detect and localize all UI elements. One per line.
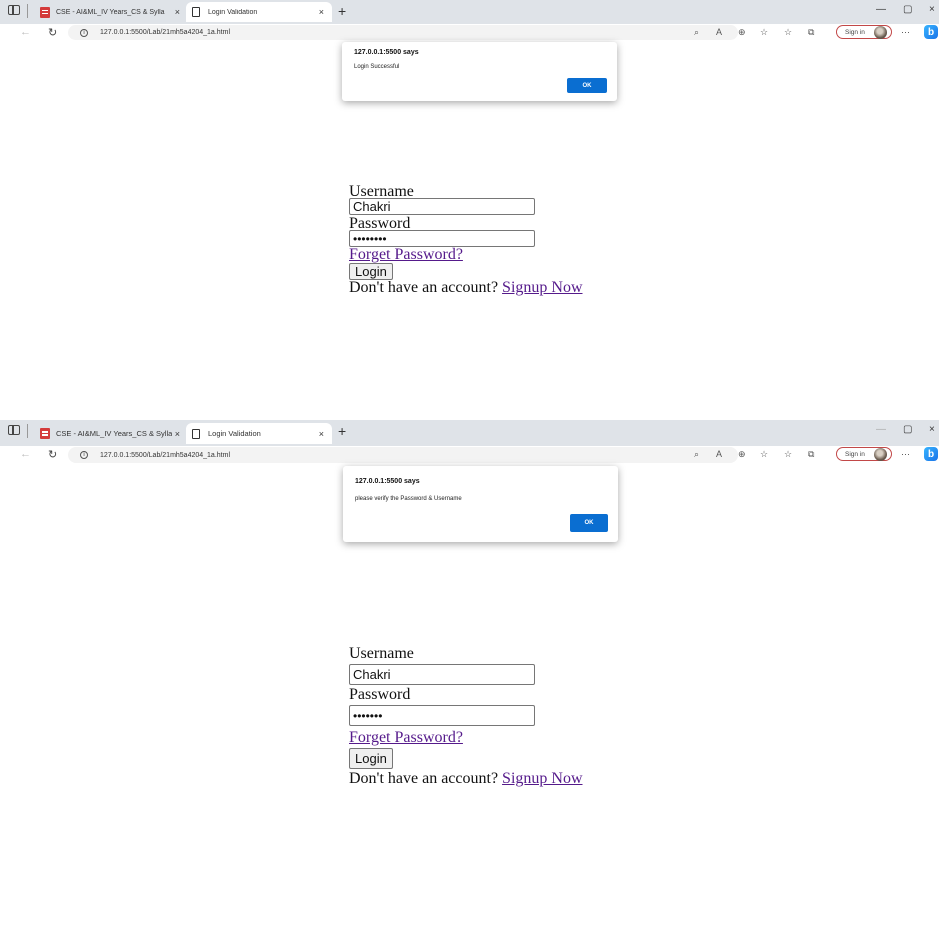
url-field[interactable]: i 127.0.0.1:5500/Lab/21mh5a4204_1a.html bbox=[68, 25, 738, 40]
zoom-icon[interactable]: ⊕ bbox=[738, 449, 746, 460]
tab-cse-pdf[interactable]: CSE - AI&ML_IV Years_CS & Sylla × bbox=[34, 2, 184, 22]
ok-button[interactable]: OK bbox=[567, 78, 607, 93]
reload-icon[interactable]: ↻ bbox=[48, 26, 57, 39]
search-icon[interactable]: ⌕ bbox=[694, 27, 699, 38]
close-window-icon[interactable]: × bbox=[929, 424, 935, 435]
username-label: Username bbox=[349, 645, 414, 662]
dialog-title: 127.0.0.1:5500 says bbox=[354, 49, 419, 56]
favorites-icon[interactable]: ☆ bbox=[784, 449, 792, 460]
collections-icon[interactable]: ⧉ bbox=[808, 27, 814, 38]
address-bar: ← ↻ i 127.0.0.1:5500/Lab/21mh5a4204_1a.h… bbox=[0, 446, 939, 466]
close-tab-icon[interactable]: × bbox=[319, 7, 324, 17]
new-tab-icon[interactable]: + bbox=[338, 423, 346, 439]
sign-in-label: Sign in bbox=[845, 28, 865, 36]
page-icon bbox=[192, 428, 200, 439]
tab-actions-icon[interactable] bbox=[8, 5, 20, 15]
login-button[interactable]: Login bbox=[349, 748, 393, 769]
tab-title: CSE - AI&ML_IV Years_CS & Sylla bbox=[56, 8, 165, 16]
url-text: 127.0.0.1:5500/Lab/21mh5a4204_1a.html bbox=[100, 29, 230, 36]
password-label: Password bbox=[349, 686, 411, 703]
close-tab-icon[interactable]: × bbox=[175, 7, 180, 17]
signup-link[interactable]: Signup Now bbox=[502, 770, 582, 787]
signup-line: Don't have an account? Signup Now bbox=[349, 280, 583, 296]
tab-title: Login Validation bbox=[208, 8, 258, 16]
pdf-icon bbox=[40, 6, 50, 18]
read-aloud-icon[interactable]: A bbox=[716, 449, 722, 459]
avatar bbox=[874, 448, 887, 461]
dialog-title: 127.0.0.1:5500 says bbox=[355, 478, 420, 485]
reload-icon[interactable]: ↻ bbox=[48, 448, 57, 461]
screenshot-login-success: CSE - AI&ML_IV Years_CS & Sylla × Login … bbox=[0, 0, 939, 400]
back-icon[interactable]: ← bbox=[20, 448, 31, 460]
password-field[interactable]: ••••••• bbox=[349, 705, 535, 726]
maximize-icon[interactable]: ▢ bbox=[903, 424, 912, 435]
more-icon[interactable]: ⋯ bbox=[901, 449, 910, 460]
username-field[interactable]: Chakri bbox=[349, 198, 535, 215]
back-icon[interactable]: ← bbox=[20, 26, 31, 38]
signup-line: Don't have an account? Signup Now bbox=[349, 771, 583, 787]
dialog-message: please verify the Password & Username bbox=[355, 496, 462, 502]
signup-prompt: Don't have an account? bbox=[349, 279, 503, 296]
site-info-icon[interactable]: i bbox=[80, 451, 88, 459]
search-icon[interactable]: ⌕ bbox=[694, 449, 699, 460]
read-aloud-icon[interactable]: A bbox=[716, 27, 722, 37]
close-window-icon[interactable]: × bbox=[929, 4, 935, 15]
address-bar: ← ↻ i 127.0.0.1:5500/Lab/21mh5a4204_1a.h… bbox=[0, 24, 939, 42]
bing-icon[interactable]: b bbox=[924, 447, 938, 461]
tab-title: Login Validation bbox=[208, 429, 261, 438]
page-icon bbox=[192, 7, 200, 17]
minimize-icon[interactable]: — bbox=[876, 4, 886, 15]
tab-title: CSE - AI&ML_IV Years_CS & Sylla bbox=[56, 429, 173, 438]
alert-dialog: 127.0.0.1:5500 says please verify the Pa… bbox=[343, 466, 618, 542]
alert-dialog: 127.0.0.1:5500 says Login Successful OK bbox=[342, 42, 617, 101]
maximize-icon[interactable]: ▢ bbox=[903, 4, 912, 15]
tab-bar: CSE - AI&ML_IV Years_CS & Sylla × Login … bbox=[0, 0, 939, 24]
pdf-icon bbox=[40, 428, 50, 439]
collections-icon[interactable]: ⧉ bbox=[808, 449, 814, 460]
signup-link[interactable]: Signup Now bbox=[502, 279, 582, 296]
tab-login-validation[interactable]: Login Validation × bbox=[186, 423, 332, 444]
dialog-message: Login Successful bbox=[354, 64, 400, 70]
forgot-password-link[interactable]: Forget Password? bbox=[349, 730, 463, 746]
tab-bar: CSE - AI&ML_IV Years_CS & Sylla × Login … bbox=[0, 420, 939, 446]
password-field[interactable]: •••••••• bbox=[349, 230, 535, 247]
close-tab-icon[interactable]: × bbox=[319, 429, 324, 439]
tab-actions-icon[interactable] bbox=[8, 425, 20, 435]
sign-in-label: Sign in bbox=[845, 450, 865, 458]
username-field[interactable]: Chakri bbox=[349, 664, 535, 685]
minimize-icon[interactable]: — bbox=[876, 424, 886, 435]
zoom-icon[interactable]: ⊕ bbox=[738, 27, 746, 38]
tab-login-validation[interactable]: Login Validation × bbox=[186, 2, 332, 22]
favorite-icon[interactable]: ☆ bbox=[760, 449, 768, 460]
tab-cse-pdf[interactable]: CSE - AI&ML_IV Years_CS & Sylla × bbox=[34, 423, 184, 444]
login-button[interactable]: Login bbox=[349, 263, 393, 280]
favorites-icon[interactable]: ☆ bbox=[784, 27, 792, 38]
ok-button[interactable]: OK bbox=[570, 514, 608, 532]
more-icon[interactable]: ⋯ bbox=[901, 27, 910, 38]
close-tab-icon[interactable]: × bbox=[175, 429, 180, 439]
url-field[interactable]: i 127.0.0.1:5500/Lab/21mh5a4204_1a.html bbox=[68, 447, 738, 463]
forgot-password-link[interactable]: Forget Password? bbox=[349, 247, 463, 263]
site-info-icon[interactable]: i bbox=[80, 28, 88, 37]
signup-prompt: Don't have an account? bbox=[349, 770, 503, 787]
avatar bbox=[874, 26, 887, 39]
bing-icon[interactable]: b bbox=[924, 25, 938, 39]
url-text: 127.0.0.1:5500/Lab/21mh5a4204_1a.html bbox=[100, 451, 230, 459]
favorite-icon[interactable]: ☆ bbox=[760, 27, 768, 38]
sign-in-button[interactable]: Sign in bbox=[836, 25, 892, 39]
sign-in-button[interactable]: Sign in bbox=[836, 447, 892, 461]
new-tab-icon[interactable]: + bbox=[338, 3, 346, 19]
screenshot-login-failure: CSE - AI&ML_IV Years_CS & Sylla × Login … bbox=[0, 420, 939, 942]
